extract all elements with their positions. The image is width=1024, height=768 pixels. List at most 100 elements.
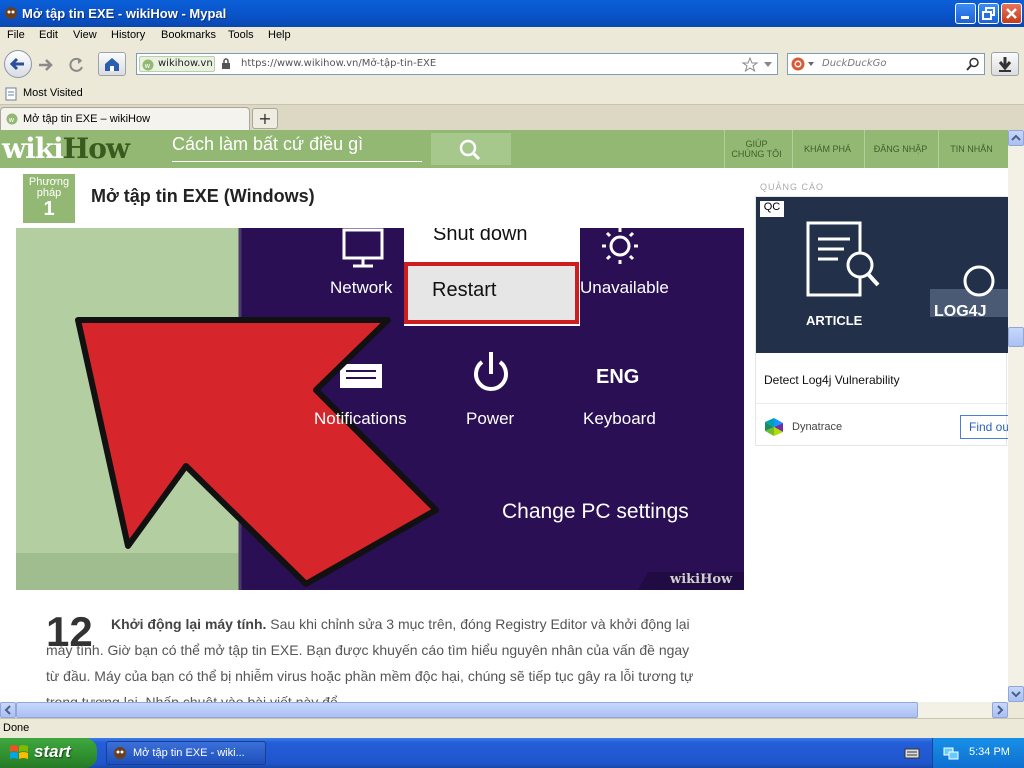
taskbar-item-label: Mở tập tin EXE - wiki...	[133, 747, 245, 759]
nav-explore[interactable]: KHÁM PHÁ	[792, 130, 862, 168]
hscroll-thumb[interactable]	[16, 702, 918, 718]
ad-divider	[756, 403, 1008, 404]
menu-help[interactable]: Help	[268, 29, 291, 41]
scroll-down-button[interactable]	[1008, 686, 1024, 702]
step-image[interactable]: Shut down Restart Network Unavailable No…	[16, 228, 744, 590]
img-notifications-label: Notifications	[314, 409, 407, 428]
wikihow-favicon: w	[142, 59, 154, 71]
document-search-icon	[806, 221, 880, 297]
start-button[interactable]: start	[0, 738, 97, 768]
dynatrace-logo-icon	[765, 418, 783, 436]
back-button[interactable]	[4, 50, 32, 78]
start-label: start	[34, 742, 71, 761]
wikihow-favicon: w	[6, 113, 18, 125]
scroll-thumb[interactable]	[1008, 327, 1024, 347]
img-change-pc-label: Change PC settings	[502, 500, 689, 523]
nav-help-line1: GIÚP	[745, 139, 768, 149]
forward-arrow-icon[interactable]	[35, 55, 55, 75]
img-keyboard-label: Keyboard	[583, 409, 656, 428]
search-icon[interactable]	[966, 57, 980, 71]
minimize-icon	[961, 16, 969, 19]
close-icon	[1006, 8, 1017, 19]
most-visited-label: Most Visited	[23, 87, 83, 99]
window-title-bar[interactable]: Mở tập tin EXE - wikiHow - Mypal	[0, 0, 1024, 27]
ad-label: QUẢNG CÁO	[760, 182, 825, 192]
taskbar-item-mypal[interactable]: Mở tập tin EXE - wiki...	[106, 741, 266, 765]
menu-history[interactable]: History	[111, 29, 145, 41]
tab-title: Mở tập tin EXE – wikiHow	[23, 113, 151, 125]
svg-text:w: w	[145, 62, 151, 70]
img-restart-label: Restart	[432, 279, 497, 301]
url-text[interactable]: https://www.wikihow.vn/Mở-tập-tin-EXE	[241, 58, 436, 69]
menu-tools[interactable]: Tools	[228, 29, 254, 41]
method-badge: Phương pháp 1	[23, 174, 75, 223]
restore-icon	[982, 7, 995, 20]
scroll-right-button[interactable]	[992, 702, 1008, 718]
minimize-button[interactable]	[955, 3, 976, 24]
menu-bar: File Edit View History Bookmarks Tools H…	[0, 27, 1024, 46]
wikihow-logo[interactable]: wikiHow	[2, 132, 130, 165]
dropdown-arrow-icon[interactable]	[763, 61, 773, 69]
ad-cta-button[interactable]: Find ou	[960, 415, 1008, 439]
system-tray: 5:34 PM	[932, 738, 1024, 768]
network-tray-icon[interactable]	[943, 745, 959, 761]
keyboard-tray-icon[interactable]	[904, 747, 920, 759]
close-button[interactable]	[1001, 3, 1022, 24]
step-description: Khởi động lại máy tính. Sau khi chỉnh sử…	[46, 611, 706, 702]
arrow-up-icon	[1011, 134, 1021, 141]
arrow-right-icon	[997, 705, 1004, 715]
img-power-label: Power	[466, 409, 515, 428]
ad-image[interactable]: QC ARTICLE LOG4J	[756, 197, 1008, 353]
clock[interactable]: 5:34 PM	[969, 746, 1010, 758]
window-title: Mở tập tin EXE - wikiHow - Mypal	[22, 6, 227, 21]
home-button[interactable]	[98, 52, 126, 76]
tab-active[interactable]: w Mở tập tin EXE – wikiHow	[0, 107, 250, 130]
page-content: wikiHow Cách làm bất cứ điều gì GIÚP CHÚ…	[0, 130, 1008, 702]
reload-icon[interactable]	[66, 55, 86, 75]
mypal-app-icon	[5, 7, 17, 19]
bookmark-star-icon[interactable]	[741, 56, 759, 74]
step-bold: Khởi động lại máy tính.	[111, 616, 267, 632]
menu-edit[interactable]: Edit	[39, 29, 58, 41]
downloads-button[interactable]	[991, 52, 1019, 76]
menu-file[interactable]: File	[7, 29, 25, 41]
home-icon	[105, 58, 119, 71]
ad-brand-mark: LOG4J	[934, 303, 987, 320]
img-keyboard-code: ENG	[596, 366, 640, 388]
new-tab-button[interactable]: +	[252, 108, 278, 129]
img-network-label: Network	[330, 278, 393, 297]
vertical-scrollbar[interactable]	[1008, 130, 1024, 702]
scroll-left-button[interactable]	[0, 702, 16, 718]
duckduckgo-icon[interactable]	[791, 57, 805, 71]
ad-headline[interactable]: Detect Log4j Vulnerability	[764, 373, 900, 387]
svg-text:w: w	[9, 116, 15, 124]
maximize-button[interactable]	[978, 3, 999, 24]
bookmarks-toolbar: Most Visited	[0, 83, 1024, 105]
engine-dropdown-icon[interactable]	[808, 62, 814, 66]
windows-taskbar: start Mở tập tin EXE - wiki... 5:34 PM	[0, 738, 1024, 768]
menu-view[interactable]: View	[73, 29, 97, 41]
scrollbar-corner	[1008, 702, 1024, 718]
status-text: Done	[3, 722, 30, 734]
back-arrow-icon	[9, 57, 24, 71]
site-domain: wikihow.vn	[158, 58, 213, 69]
mypal-app-icon	[114, 747, 126, 759]
url-bar[interactable]: w wikihow.vn https://www.wikihow.vn/Mở-t…	[136, 53, 778, 75]
nav-messages[interactable]: TIN NHẮN	[938, 130, 1004, 168]
search-bar[interactable]: DuckDuckGo	[787, 53, 985, 75]
nav-help-us[interactable]: GIÚP CHÚNG TÔI	[724, 130, 788, 168]
status-bar: Done	[0, 718, 1024, 738]
logo-how: How	[62, 132, 130, 165]
horizontal-scrollbar[interactable]	[0, 702, 1008, 718]
ad-card[interactable]: QC ARTICLE LOG4J Detect Log4j Vulnerabil…	[755, 196, 1008, 446]
ad-qc-badge: QC	[760, 201, 784, 217]
search-placeholder: DuckDuckGo	[822, 58, 887, 69]
wikihow-search-input[interactable]: Cách làm bất cứ điều gì	[172, 134, 422, 162]
scroll-up-button[interactable]	[1008, 130, 1024, 146]
site-identity-badge[interactable]: w wikihow.vn	[139, 56, 215, 72]
nav-login[interactable]: ĐĂNG NHẬP	[864, 130, 936, 168]
wikihow-search-button[interactable]	[431, 133, 511, 165]
arrow-left-icon	[4, 705, 11, 715]
wikihow-header: wikiHow Cách làm bất cứ điều gì GIÚP CHÚ…	[0, 130, 1008, 168]
menu-bookmarks[interactable]: Bookmarks	[161, 29, 216, 41]
